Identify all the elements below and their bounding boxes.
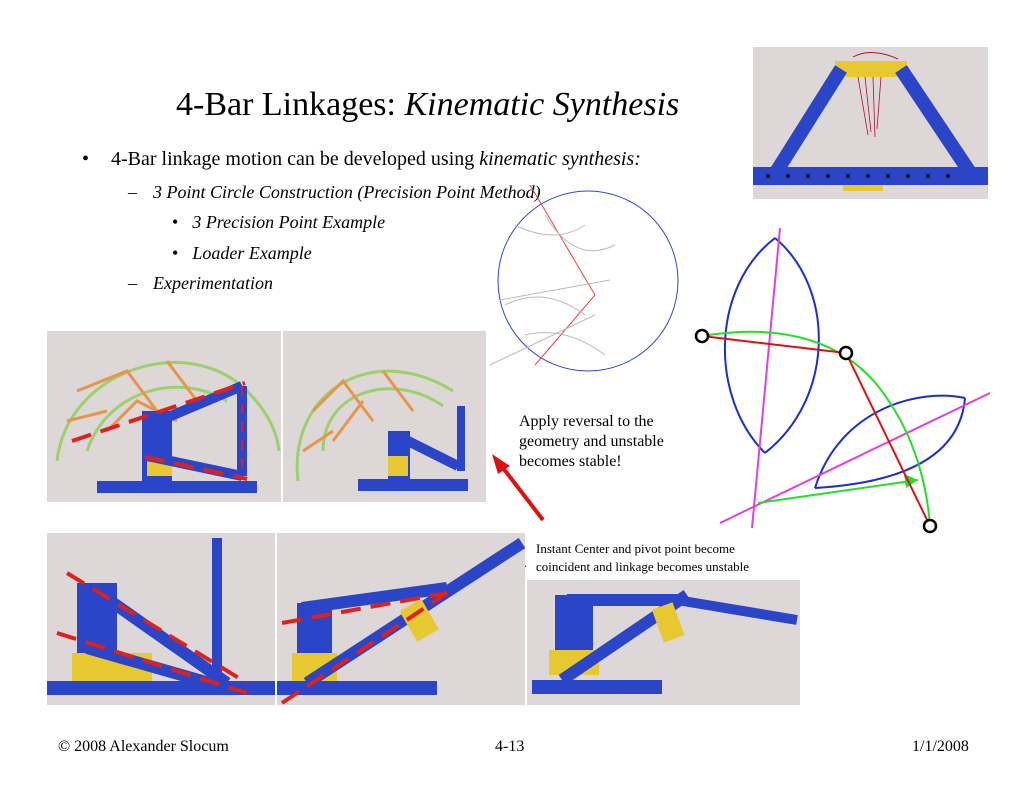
slide-title: 4-Bar Linkages: Kinematic Synthesis: [176, 86, 680, 123]
loader-photo-unstable: [47, 331, 281, 502]
bullet-main: • 4-Bar linkage motion can be developed u…: [82, 148, 641, 170]
reversal-note: Apply reversal to the geometry and unsta…: [519, 413, 664, 470]
footer-copyright: © 2008 Alexander Slocum: [58, 738, 229, 755]
circle-construction-sketch: [489, 185, 679, 372]
bottom-photo-3: [527, 580, 800, 705]
loader-photo-stable: [283, 331, 486, 502]
sub-sub-item-loader: • Loader Example: [172, 243, 312, 263]
sub-item-experimentation: – Experimentation: [128, 273, 273, 293]
three-point-construction-diagram: [694, 228, 990, 534]
triangle-linkage-photo: [753, 47, 988, 199]
bottom-photo-1: [47, 533, 275, 705]
footer-page-number: 4-13: [495, 738, 525, 755]
bottom-photo-2: [277, 533, 525, 705]
sub-sub-item-precision-point: • 3 Precision Point Example: [172, 212, 386, 232]
instant-center-note: Instant Center and pivot point become co…: [536, 541, 749, 574]
footer-date: 1/1/2008: [912, 738, 969, 755]
sub-item-circle-construction: –3 Point Circle Construction (Precision …: [128, 182, 541, 202]
